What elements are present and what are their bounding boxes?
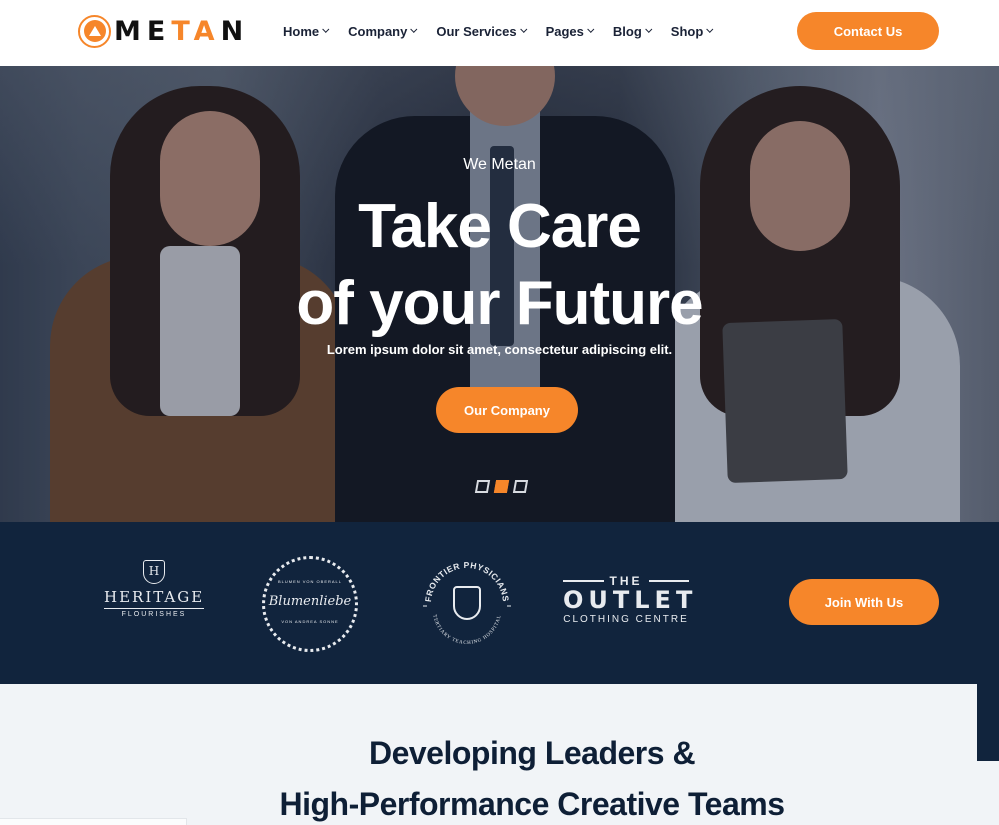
hero-subtitle: Lorem ipsum dolor sit amet, consectetur … (326, 342, 673, 357)
chevron-down-icon (322, 25, 330, 33)
crest-icon: H (143, 560, 165, 584)
chevron-down-icon (587, 25, 595, 33)
section-title-line: Developing Leaders & (368, 735, 696, 771)
brands-band: H HERITAGE FLOURISHES BLUMEN VON OBERALL… (0, 522, 999, 684)
nav-item-our-services[interactable]: Our Services (436, 20, 527, 42)
brand-name: HERITAGE (104, 588, 204, 609)
chevron-down-icon (519, 25, 527, 33)
card-edge (0, 818, 187, 825)
slide-dot-active[interactable] (493, 480, 510, 493)
nav-label: Shop (670, 23, 704, 39)
caduceus-icon (453, 586, 481, 620)
site-header: METAN Home Company Our Services Pages Bl… (0, 0, 999, 66)
hero-title-line: of your Future (296, 269, 703, 338)
nav-label: Company (348, 23, 408, 39)
nav-label: Our Services (436, 23, 517, 39)
hero-title: Take Care of your Future (0, 188, 999, 342)
hero-slider: We Metan Take Care of your Future Lorem … (0, 66, 999, 522)
brand-logo-frontier-physicians: FRONTIER PHYSICIANS TERTIARY TEACHING HO… (419, 556, 515, 652)
brand-logo-blumenliebe: BLUMEN VON OBERALL Blumenliebe VON ANDRE… (262, 556, 358, 652)
slide-dot[interactable] (474, 480, 491, 493)
slide-dot[interactable] (512, 480, 529, 493)
contact-us-button[interactable]: Contact Us (797, 12, 939, 50)
logo-circle-icon (78, 14, 111, 48)
chevron-down-icon (706, 25, 714, 33)
nav-item-company[interactable]: Company (348, 20, 418, 42)
nav-label: Pages (545, 23, 584, 39)
chevron-down-icon (410, 25, 418, 33)
logo-wordmark: METAN (114, 15, 250, 47)
site-logo[interactable]: METAN (78, 14, 249, 48)
section-title: Developing Leaders & High-Performance Cr… (0, 728, 999, 825)
brand-logo-heritage: H HERITAGE FLOURISHES (104, 560, 204, 635)
leaders-section: Developing Leaders & High-Performance Cr… (0, 684, 999, 825)
brand-sub: FLOURISHES (121, 611, 187, 618)
brand-bottom-text: VON ANDREA SONNE (281, 619, 339, 624)
main-nav: Home Company Our Services Pages Blog Sho… (283, 20, 732, 42)
brand-name: OUTLET (563, 586, 698, 614)
join-with-us-button[interactable]: Join With Us (789, 579, 939, 625)
nav-item-blog[interactable]: Blog (612, 20, 653, 42)
chevron-down-icon (645, 25, 653, 33)
section-title-line: High-Performance Creative Teams (279, 786, 785, 822)
nav-label: Home (283, 23, 320, 39)
nav-item-pages[interactable]: Pages (545, 20, 595, 42)
hero-content: We Metan Take Care of your Future Lorem … (0, 66, 999, 522)
decorative-navy-block (977, 684, 999, 761)
nav-label: Blog (612, 23, 642, 39)
hero-title-line: Take Care (358, 192, 642, 261)
brand-sub: CLOTHING CENTRE (563, 614, 689, 625)
brand-top-text: BLUMEN VON OBERALL (277, 579, 342, 584)
nav-item-shop[interactable]: Shop (671, 20, 714, 42)
brand-logo-the-outlet: THE OUTLET CLOTHING CENTRE (563, 574, 698, 625)
brand-name: Blumenliebe (268, 594, 352, 609)
slider-pagination (474, 480, 529, 493)
hero-kicker: We Metan (463, 156, 536, 173)
nav-item-home[interactable]: Home (283, 20, 330, 42)
our-company-button[interactable]: Our Company (436, 387, 578, 433)
